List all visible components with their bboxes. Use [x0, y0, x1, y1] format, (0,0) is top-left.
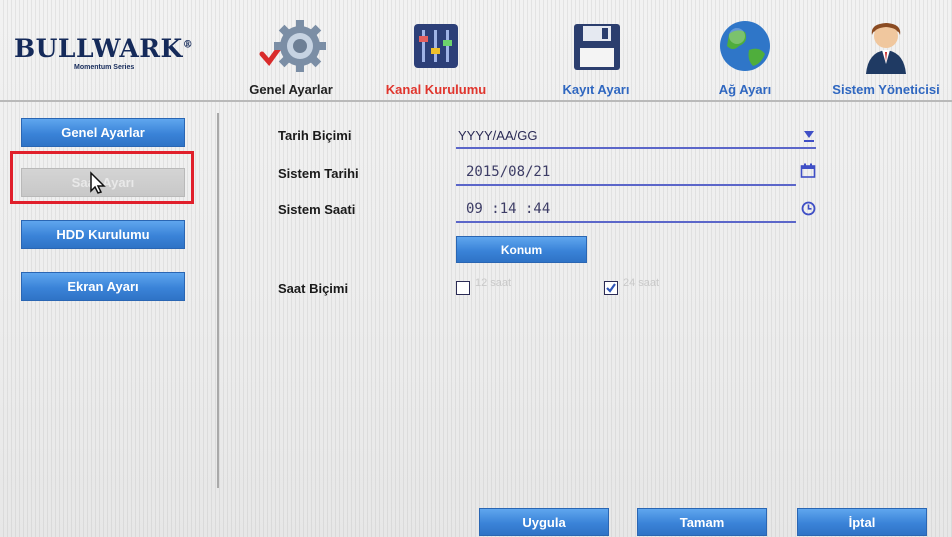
tab-kayit-ayari[interactable]: Kayıt Ayarı	[546, 18, 646, 97]
mixer-sliders-icon	[414, 24, 458, 68]
system-date-input[interactable]: 2015/08/21	[456, 162, 796, 186]
sidebar-item-genel-ayarlar[interactable]: Genel Ayarlar	[21, 118, 185, 147]
sidebar-item-label: Genel Ayarlar	[61, 125, 145, 140]
ok-button-label: Tamam	[679, 514, 725, 530]
date-format-label: Tarih Biçimi	[278, 128, 352, 143]
tab-ag-ayari-label: Ağ Ayarı	[718, 82, 772, 97]
system-time-input[interactable]: 09 :14 :44	[456, 199, 796, 223]
cancel-button-label: İptal	[848, 514, 876, 530]
tab-genel-ayarlar[interactable]: Genel Ayarlar	[236, 18, 346, 97]
sidebar-item-ekran-ayari[interactable]: Ekran Ayarı	[21, 272, 185, 301]
sidebar-item-label: HDD Kurulumu	[56, 227, 150, 242]
brand-tagline: Momentum Series	[74, 64, 135, 71]
system-time-label: Sistem Saati	[278, 202, 356, 217]
ok-button[interactable]: Tamam	[637, 508, 767, 536]
tab-genel-ayarlar-label: Genel Ayarlar	[249, 82, 333, 97]
time-format-label: Saat Biçimi	[278, 281, 349, 296]
dvr-settings-screen: BULLWARK® Momentum Series Genel Ayarlar	[0, 0, 952, 537]
sidebar-divider	[217, 113, 219, 488]
bullwark-logo: BULLWARK® Momentum Series	[14, 30, 193, 76]
tab-ag-ayari[interactable]: Ağ Ayarı	[700, 18, 790, 97]
system-date-label: Sistem Tarihi	[278, 166, 359, 181]
tab-kayit-ayari-label: Kayıt Ayarı	[562, 82, 630, 97]
clock-icon[interactable]	[801, 201, 816, 216]
sidebar-item-label: Ekran Ayarı	[67, 279, 139, 294]
date-format-select[interactable]: YYYY/AA/GG	[456, 125, 816, 149]
apply-button-label: Uygula	[522, 514, 566, 530]
24-hour-label: 24 saat	[623, 277, 660, 289]
dropdown-arrow-icon[interactable]	[803, 128, 815, 144]
globe-icon	[720, 21, 770, 71]
sidebar-item-hdd-kurulumu[interactable]: HDD Kurulumu	[21, 220, 185, 249]
checkmark-icon	[606, 283, 616, 293]
checkbox-12-hour[interactable]	[456, 281, 470, 295]
brand-name: BULLWARK®	[14, 34, 194, 63]
apply-button[interactable]: Uygula	[479, 508, 609, 536]
mouse-cursor-icon	[90, 171, 106, 194]
checkbox-24-hour[interactable]	[604, 281, 618, 295]
location-button-label: Konum	[500, 242, 543, 257]
12-hour-label: 12 saat	[475, 277, 512, 289]
gear-icon	[259, 20, 326, 72]
floppy-disk-icon	[574, 24, 620, 70]
system-date-value: 2015/08/21	[466, 164, 551, 180]
date-format-value: YYYY/AA/GG	[458, 128, 538, 143]
tab-sistem-yoneticisi[interactable]: Sistem Yöneticisi	[832, 18, 940, 97]
calendar-icon[interactable]	[800, 163, 816, 179]
header-divider	[0, 100, 952, 102]
system-time-value: 09 :14 :44	[466, 201, 551, 217]
cancel-button[interactable]: İptal	[797, 508, 927, 536]
user-admin-icon	[866, 23, 906, 74]
tab-kanal-kurulumu[interactable]: Kanal Kurulumu	[386, 18, 486, 97]
location-button[interactable]: Konum	[456, 236, 587, 263]
tab-kanal-kurulumu-label: Kanal Kurulumu	[385, 82, 487, 97]
tab-sistem-yoneticisi-label: Sistem Yöneticisi	[832, 82, 940, 97]
